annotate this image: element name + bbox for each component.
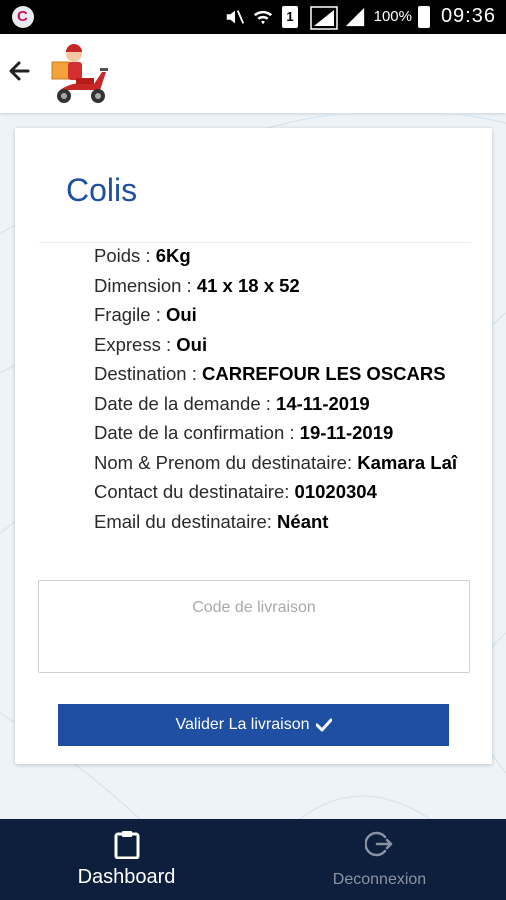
parcel-card: Colis Poids : 6Kg Dimension : 41 x 18 x … [15,128,492,764]
parcel-details: Poids : 6Kg Dimension : 41 x 18 x 52 Fra… [94,241,474,536]
validate-delivery-button[interactable]: Valider La livraison [58,704,449,746]
signal-icon [310,6,338,30]
card-title: Colis [66,172,138,208]
nav-dashboard-label: Dashboard [77,866,176,888]
nav-dashboard[interactable]: Dashboard [0,819,253,900]
bottom-navigation: Dashboard Deconnexion [0,819,506,900]
detail-recipient-email: Email du destinataire: Néant [94,510,329,532]
detail-destination: Destination : CARREFOUR LES OSCARS [94,363,446,384]
detail-confirmation-date: Date de la confirmation : 19-11-2019 [94,422,394,443]
app-bar [0,34,506,113]
detail-request-date: Date de la demande : 14-11-2019 [94,392,370,414]
detail-recipient-name: Nom & Prenom du destinataire: Kamara Laî [94,451,457,473]
mute-icon [226,10,245,24]
validate-delivery-label: Valider La livraison [175,716,310,733]
app-notification-icon [12,6,34,28]
delivery-code-input[interactable] [39,581,469,635]
detail-dimension: Dimension : 41 x 18 x 52 [94,274,300,296]
delivery-scooter-logo [51,44,108,103]
back-arrow-icon[interactable] [8,58,30,84]
detail-recipient-contact: Contact du destinataire: 01020304 [94,481,377,502]
detail-weight: Poids : 6Kg [94,245,191,266]
clipboard-icon [114,831,140,859]
battery-percent: 100% [373,8,412,25]
clock: 09:36 [440,5,496,27]
sim-slot-indicator: 1 [282,6,298,28]
signal-icon-2 [345,7,365,27]
status-bar: 1 100% 09:36 [0,0,506,34]
check-icon [315,718,332,732]
detail-fragile: Fragile : Oui [94,304,197,325]
detail-express: Express : Oui [94,333,208,355]
logout-icon [365,831,393,857]
delivery-code-field[interactable] [38,580,470,673]
nav-logout-label: Deconnexion [332,871,427,888]
wifi-icon [253,10,273,25]
nav-logout[interactable]: Deconnexion [253,819,506,900]
battery-icon [418,6,430,28]
